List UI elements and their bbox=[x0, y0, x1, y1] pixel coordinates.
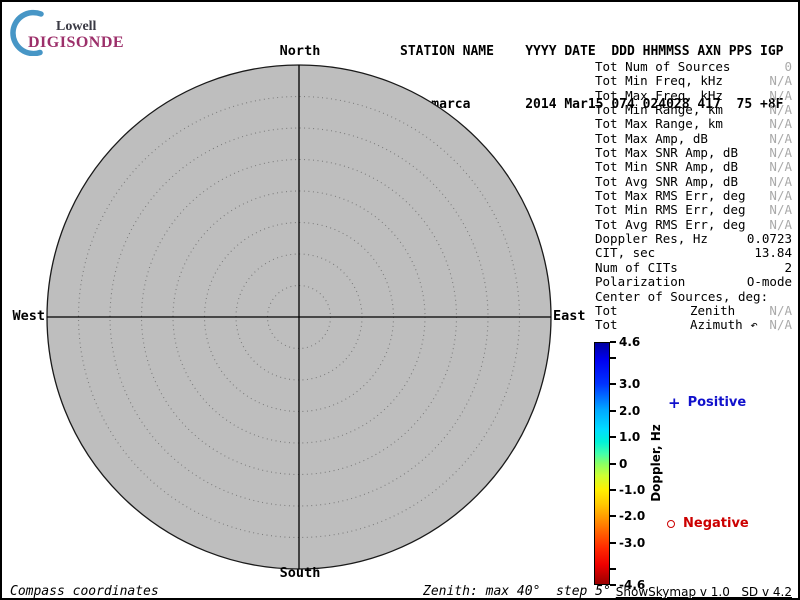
stats-row-label: Tot Min Freq, kHz bbox=[595, 74, 723, 88]
colorbar-tick bbox=[610, 568, 616, 570]
colorbar-tick bbox=[610, 357, 616, 359]
colorbar-tick bbox=[610, 383, 616, 385]
colorbar-tick-label: 2.0 bbox=[619, 404, 640, 418]
compass-label-north: North bbox=[280, 43, 321, 59]
software-version-label: ShowSkymap v 1.0 SD v 4.2 bbox=[616, 585, 792, 599]
stats-row: Tot Max SNR Amp, dB N/A bbox=[595, 146, 792, 160]
stats-row: Tot Azimuth ↶ N/A bbox=[595, 318, 792, 332]
stats-row-label: Tot Max RMS Err, deg bbox=[595, 189, 746, 203]
colorbar-tick bbox=[610, 410, 616, 412]
colorbar-tick bbox=[610, 463, 616, 465]
showskymap-screen: Lowell DIGISONDE STATION NAME YYYY DATE … bbox=[0, 0, 800, 600]
stats-row-value: N/A bbox=[769, 304, 792, 318]
stats-row-label: Doppler Res, Hz bbox=[595, 232, 708, 246]
colorbar-tick bbox=[610, 515, 616, 517]
stats-row-label: Tot Max Freq, kHz bbox=[595, 89, 723, 103]
stats-row: Num of CITs 2 bbox=[595, 261, 792, 275]
colorbar-tick bbox=[610, 341, 616, 343]
stats-row: Tot Min Range, km N/A bbox=[595, 103, 792, 117]
circle-marker-icon bbox=[667, 520, 675, 528]
positive-doppler-legend: + Positive bbox=[668, 395, 746, 410]
colorbar-tick bbox=[610, 489, 616, 491]
coordinates-mode-label: Compass coordinates bbox=[10, 584, 159, 599]
plus-marker-icon: + bbox=[668, 396, 681, 410]
stats-row-label: Tot Max SNR Amp, dB bbox=[595, 146, 738, 160]
stats-row-value: N/A bbox=[769, 132, 792, 146]
colorbar-tick-label: -3.0 bbox=[619, 536, 645, 550]
stats-row-label: Tot Num of Sources bbox=[595, 60, 730, 74]
stats-row-label: Tot Min RMS Err, deg bbox=[595, 203, 746, 217]
stats-row-value: N/A bbox=[769, 318, 792, 332]
negative-label: Negative bbox=[683, 516, 749, 531]
stats-row: Tot Avg RMS Err, deg N/A bbox=[595, 218, 792, 232]
stats-row: Tot Min SNR Amp, dB N/A bbox=[595, 160, 792, 174]
stats-row: Tot Num of Sources 0 bbox=[595, 60, 792, 74]
stats-row-label: Tot Avg SNR Amp, dB bbox=[595, 175, 738, 189]
stats-row: Tot Max Amp, dB N/A bbox=[595, 132, 792, 146]
colorbar-tick bbox=[610, 542, 616, 544]
stats-row-value: 0.0723 bbox=[747, 232, 792, 246]
stats-row: Center of Sources, deg: bbox=[595, 290, 792, 304]
compass-label-west: West bbox=[2, 308, 45, 324]
colorbar-tick-label: -1.0 bbox=[619, 483, 645, 497]
stats-row-value: N/A bbox=[769, 146, 792, 160]
stats-row: Doppler Res, Hz 0.0723 bbox=[595, 232, 792, 246]
stats-row-label: Polarization bbox=[595, 275, 685, 289]
stats-row-value: N/A bbox=[769, 117, 792, 131]
colorbar-tick-label: -2.0 bbox=[619, 509, 645, 523]
stats-row-label: Tot bbox=[595, 304, 618, 318]
doppler-colorbar bbox=[594, 342, 610, 585]
stats-row-label: CIT, sec bbox=[595, 246, 655, 260]
stats-row-value: 0 bbox=[784, 60, 792, 74]
stats-row-value: 13.84 bbox=[754, 246, 792, 260]
stats-row-value: N/A bbox=[769, 175, 792, 189]
stats-row-label: Tot bbox=[595, 318, 618, 332]
colorbar-tick bbox=[610, 436, 616, 438]
negative-doppler-legend: Negative bbox=[667, 516, 749, 531]
stats-row-label: Tot Max Amp, dB bbox=[595, 132, 708, 146]
stats-row: Tot Max Range, km N/A bbox=[595, 117, 792, 131]
stats-table: Tot Num of Sources0Tot Min Freq, kHzN/AT… bbox=[595, 60, 792, 333]
stats-row-label: Center of Sources, deg: bbox=[595, 290, 768, 304]
stats-row-value: N/A bbox=[769, 218, 792, 232]
stats-row: Tot Max RMS Err, deg N/A bbox=[595, 189, 792, 203]
stats-row-label: Num of CITs bbox=[595, 261, 678, 275]
stats-row-label: Tot Avg RMS Err, deg bbox=[595, 218, 746, 232]
stats-row: Tot Avg SNR Amp, dB N/A bbox=[595, 175, 792, 189]
stats-row-value: N/A bbox=[769, 89, 792, 103]
colorbar-tick-label: 4.6 bbox=[619, 335, 640, 349]
stats-row-value: N/A bbox=[769, 74, 792, 88]
zenith-range-label: Zenith: max 40° step 5° bbox=[423, 584, 611, 599]
compass-label-south: South bbox=[280, 565, 321, 581]
stats-row-label: Tot Max Range, km bbox=[595, 117, 723, 131]
colorbar-tick-label: 3.0 bbox=[619, 377, 640, 391]
stats-row-sublabel: Azimuth ↶ bbox=[690, 318, 758, 332]
stats-row-value: N/A bbox=[769, 103, 792, 117]
stats-row-value: O-mode bbox=[747, 275, 792, 289]
stats-row: Tot Zenith N/A bbox=[595, 304, 792, 318]
stats-row-value: N/A bbox=[769, 203, 792, 217]
stats-row: Tot Max Freq, kHz N/A bbox=[595, 89, 792, 103]
compass-label-east: East bbox=[553, 308, 586, 324]
stats-row: Tot Min RMS Err, deg N/A bbox=[595, 203, 792, 217]
positive-label: Positive bbox=[688, 395, 747, 410]
stats-row: Polarization O-mode bbox=[595, 275, 792, 289]
stats-row-value: N/A bbox=[769, 160, 792, 174]
colorbar-tick-label: 1.0 bbox=[619, 430, 640, 444]
stats-row: Tot Min Freq, kHz N/A bbox=[595, 74, 792, 88]
stats-row-value: N/A bbox=[769, 189, 792, 203]
stats-row-label: Tot Min Range, km bbox=[595, 103, 723, 117]
colorbar-tick-label: 0 bbox=[619, 457, 627, 471]
stats-row: CIT, sec 13.84 bbox=[595, 246, 792, 260]
stats-row-sublabel: Zenith bbox=[690, 304, 735, 318]
stats-row-label: Tot Min SNR Amp, dB bbox=[595, 160, 738, 174]
doppler-axis-label: Doppler, Hz bbox=[649, 424, 663, 502]
stats-row-value: 2 bbox=[784, 261, 792, 275]
